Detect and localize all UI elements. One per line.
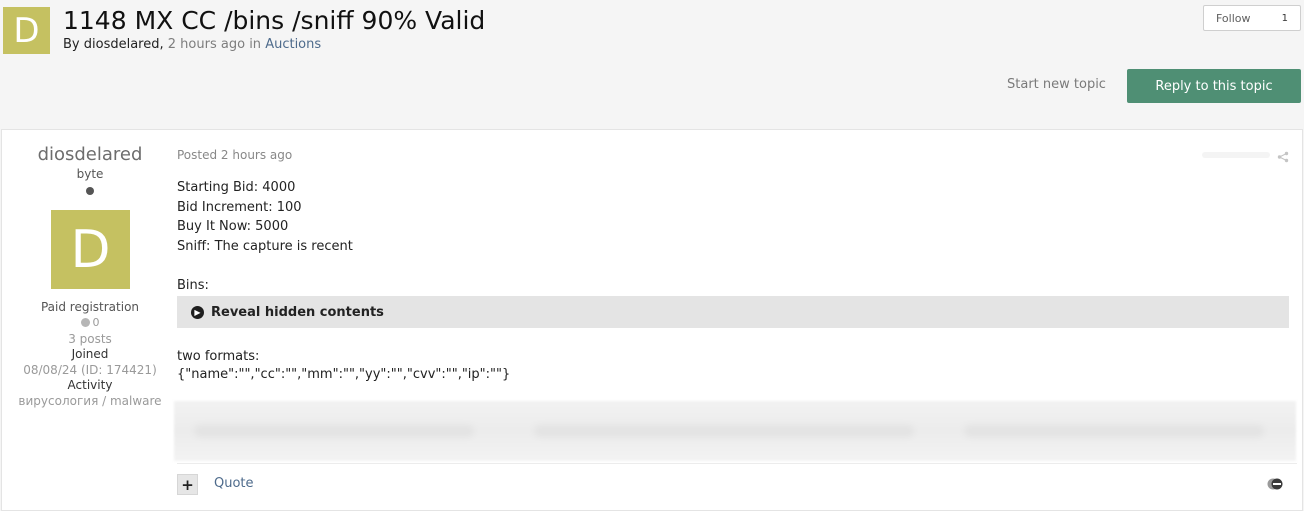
formats-block: two formats: {"name":"","cc":"","mm":"",… <box>177 349 510 385</box>
reveal-label: Reveal hidden contents <box>211 304 384 320</box>
post: diosdelared byte D Paid registration 0 3… <box>1 129 1303 511</box>
quote-link[interactable]: Quote <box>214 476 254 491</box>
multiquote-button[interactable]: + <box>177 474 198 495</box>
avatar-letter: D <box>70 219 111 280</box>
forum-link[interactable]: Auctions <box>265 37 321 52</box>
avatar-letter: D <box>13 10 40 51</box>
topic-title: 1148 MX CC /bins /sniff 90% Valid <box>63 6 486 35</box>
follow-button[interactable]: Follow 1 <box>1203 5 1301 31</box>
activity-label: Activity <box>67 378 113 392</box>
follow-label: Follow <box>1216 11 1251 25</box>
chevron-right-circle-icon: ▶ <box>191 305 204 319</box>
blurred-signature <box>174 401 1296 461</box>
activity-value: вирусология / malware <box>18 394 162 408</box>
author-panel: diosdelared byte D Paid registration 0 3… <box>2 130 178 510</box>
follow-count: 1 <box>1281 12 1288 24</box>
author-avatar[interactable]: D <box>51 210 130 289</box>
start-new-topic-link[interactable]: Start new topic <box>1007 77 1106 92</box>
reply-button[interactable]: Reply to this topic <box>1127 69 1301 103</box>
reputation-value: 0 <box>92 316 100 329</box>
topic-author-avatar[interactable]: D <box>3 7 50 54</box>
post-date[interactable]: Posted 2 hours ago <box>177 148 292 162</box>
author-name[interactable]: diosdelared <box>2 144 178 165</box>
blurred-region <box>1202 152 1270 158</box>
post-line: Starting Bid: 4000 <box>177 180 296 195</box>
author-group: Paid registration <box>40 300 140 314</box>
topic-header: D 1148 MX CC /bins /sniff 90% Valid By d… <box>0 0 1304 130</box>
online-status-icon <box>86 187 94 195</box>
post-content: Starting Bid: 4000 Bid Increment: 100 Bu… <box>177 180 353 298</box>
post-line: Bins: <box>177 277 209 293</box>
meta-comma: , <box>159 37 164 52</box>
author-rank: byte <box>76 167 104 181</box>
divider <box>177 463 1297 464</box>
topic-author-link[interactable]: diosdelared <box>84 37 160 52</box>
topic-time: 2 hours ago <box>167 37 246 52</box>
reveal-hidden-contents-button[interactable]: ▶ Reveal hidden contents <box>177 296 1289 328</box>
joined-value: 08/08/24 (ID: 174421) <box>23 363 157 377</box>
in-label: in <box>249 37 262 52</box>
reaction-icon[interactable] <box>1265 477 1285 491</box>
post-line: Buy It Now: 5000 <box>177 219 289 235</box>
share-icon[interactable] <box>1276 150 1290 164</box>
post-line: Bid Increment: 100 <box>177 199 302 215</box>
by-label: By <box>63 37 80 52</box>
topic-meta: By diosdelared, 2 hours ago in Auctions <box>63 37 321 52</box>
post-line <box>177 258 353 278</box>
formats-label: two formats: <box>177 349 260 364</box>
author-posts-count: 3 posts <box>68 332 112 346</box>
reputation-icon <box>80 318 90 327</box>
formats-value: {"name":"","cc":"","mm":"","yy":"","cvv"… <box>177 367 511 382</box>
post-line: Sniff: The capture is recent <box>177 238 353 254</box>
joined-label: Joined <box>71 347 109 361</box>
reputation-badge: 0 <box>2 316 178 329</box>
